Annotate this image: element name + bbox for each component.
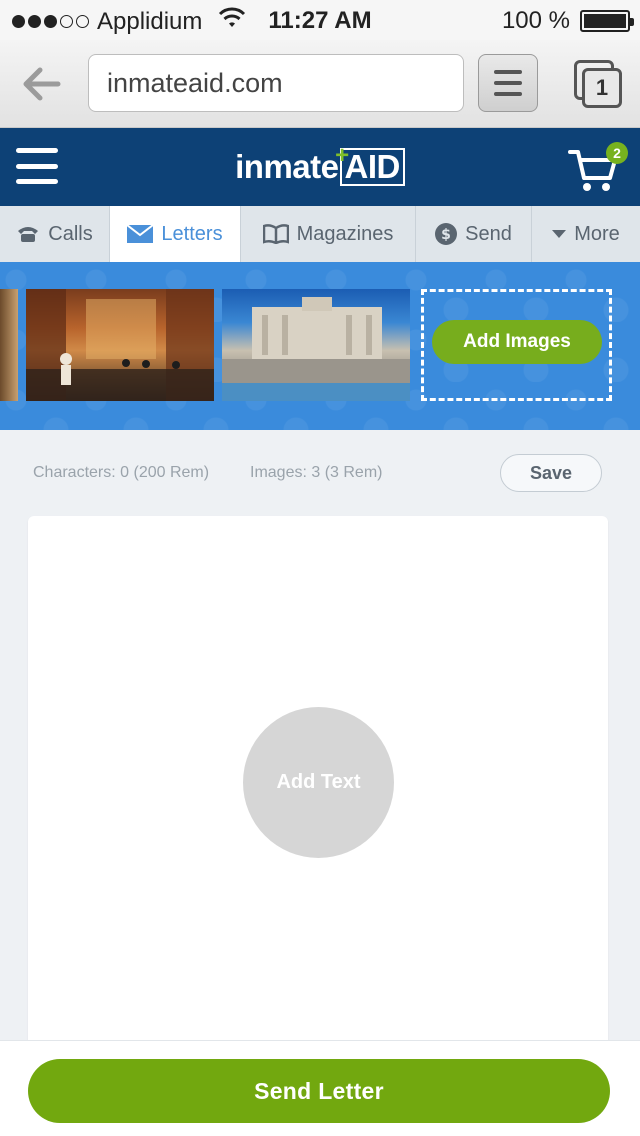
battery-area: 100 % — [501, 7, 634, 35]
back-arrow-icon — [23, 67, 61, 101]
letter-photo[interactable] — [0, 289, 18, 401]
tab-more-label: More — [574, 222, 620, 245]
browser-toolbar: inmateaid.com 1 — [0, 40, 640, 128]
svg-text:$: $ — [441, 227, 451, 243]
logo-plus: + — [335, 142, 350, 169]
characters-count: Characters: 0 (200 Rem) — [33, 464, 210, 481]
tabs-button[interactable]: 1 — [568, 60, 624, 110]
tab-magazines-label: Magazines — [296, 222, 394, 245]
envelope-icon — [127, 225, 154, 243]
tab-letters-label: Letters — [161, 222, 223, 245]
app-header: inmate + AID 2 — [0, 128, 640, 206]
cart-count-badge: 2 — [606, 142, 628, 164]
tab-letters[interactable]: Letters — [110, 206, 241, 262]
logo-text: inmate — [235, 148, 339, 185]
phone-icon — [18, 227, 39, 242]
letter-info-row: Characters: 0 (200 Rem) Images: 3 (3 Rem… — [0, 452, 640, 492]
cart-button[interactable]: 2 — [568, 142, 630, 194]
url-field[interactable]: inmateaid.com — [88, 54, 464, 112]
tab-calls-label: Calls — [48, 222, 93, 245]
tab-more[interactable]: More — [532, 206, 640, 262]
back-button[interactable] — [20, 62, 64, 106]
logo[interactable]: inmate + AID — [0, 142, 640, 186]
send-letter-button[interactable]: Send Letter — [28, 1059, 610, 1123]
logo-box-text: AID — [339, 148, 405, 186]
tab-send[interactable]: $ Send — [416, 206, 532, 262]
dollar-icon: $ — [435, 223, 458, 245]
images-count: Images: 3 (3 Rem) — [250, 464, 383, 481]
letter-photo[interactable] — [222, 289, 410, 401]
tab-count: 1 — [582, 68, 622, 108]
add-images-button[interactable]: Add Images — [432, 320, 602, 364]
battery-icon — [580, 10, 634, 32]
battery-percent: 100 % — [501, 7, 570, 34]
browser-menu-button[interactable] — [478, 54, 538, 112]
letter-photo[interactable] — [26, 289, 214, 401]
nav-tabs: Calls Letters Magazines $ Send More — [0, 206, 640, 262]
status-bar: Applidium 11:27 AM 100 % — [0, 0, 640, 40]
save-button[interactable]: Save — [500, 454, 602, 492]
caret-down-icon — [552, 230, 567, 238]
tab-calls[interactable]: Calls — [0, 206, 110, 262]
book-icon — [262, 224, 289, 244]
add-text-button[interactable]: Add Text — [243, 707, 394, 858]
tab-magazines[interactable]: Magazines — [241, 206, 416, 262]
tab-send-label: Send — [465, 222, 512, 245]
